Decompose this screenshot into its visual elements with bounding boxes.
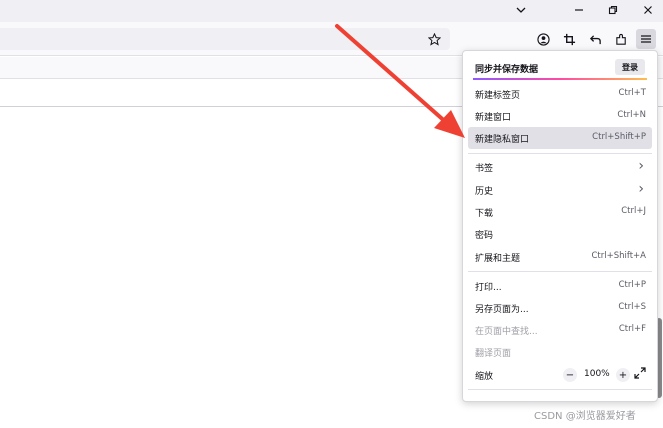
menu-separator [468,389,652,390]
menu-item-shortcut: Ctrl+T [618,88,646,98]
menu-item-label: 另存页面为... [475,305,529,315]
menu-item-label: 密码 [475,231,494,241]
minimize-icon[interactable] [567,0,591,20]
undo-icon[interactable] [585,29,605,49]
menu-item-label: 扩展和主题 [475,254,521,264]
zoom-level: 100% [584,369,610,379]
menu-item-label: 在页面中查找... [475,327,538,337]
menu-item-zoom: 缩放 − 100% + [468,364,652,386]
menu-item-passwords[interactable]: 密码 [468,223,652,245]
menu-item-shortcut: Ctrl+S [618,302,646,312]
menu-item-shortcut: Ctrl+J [621,206,646,216]
menu-item-label: 新建标签页 [475,91,521,101]
menu-item-bookmarks[interactable]: 书签 › [468,156,652,178]
menu-item-label: 缩放 [475,372,494,382]
menu-item-label: 翻译页面 [475,349,512,359]
menu-item-downloads[interactable]: 下载 Ctrl+J [468,201,652,223]
zoom-in-button[interactable]: + [616,368,630,382]
menu-item-new-window[interactable]: 新建窗口 Ctrl+N [468,105,652,127]
menu-item-translate[interactable]: 翻译页面 [468,341,652,363]
hamburger-menu-icon[interactable] [636,29,656,49]
watermark: CSDN @浏览器爱好者 [534,411,636,422]
zoom-out-button[interactable]: − [563,368,577,382]
menu-item-history[interactable]: 历史 › [468,179,652,201]
menu-item-find-in-page[interactable]: 在页面中查找... Ctrl+F [468,319,652,341]
account-icon[interactable] [533,29,553,49]
extensions-icon[interactable] [611,29,631,49]
menu-item-addons[interactable]: 扩展和主题 Ctrl+Shift+A [468,246,652,268]
menu-item-label: 书签 [475,164,494,174]
gradient-divider [473,78,647,80]
screenshot-icon[interactable] [559,29,579,49]
menu-item-shortcut: Ctrl+Shift+A [591,251,646,261]
bookmark-star-icon[interactable] [424,29,444,49]
signin-button[interactable]: 登录 [615,59,645,75]
sync-label: 同步并保存数据 [475,65,539,75]
menu-item-shortcut: Ctrl+P [618,280,646,290]
chevron-right-icon: › [638,181,644,197]
menu-item-shortcut: Ctrl+N [617,110,646,120]
menu-item-shortcut: Ctrl+Shift+P [592,132,646,142]
fullscreen-icon[interactable] [634,367,646,379]
menu-item-label: 历史 [475,187,494,197]
menu-separator [468,153,652,154]
menu-item-print[interactable]: 打印... Ctrl+P [468,275,652,297]
menu-item-label: 打印... [475,283,502,293]
url-bar[interactable] [0,28,450,50]
app-menu-panel: 同步并保存数据 登录 新建标签页 Ctrl+T 新建窗口 Ctrl+N 新建隐私… [462,50,658,402]
restore-icon[interactable] [601,0,625,20]
menu-separator [468,271,652,272]
menu-item-label: 新建隐私窗口 [475,135,530,145]
title-bar [0,0,663,22]
menu-item-shortcut: Ctrl+F [618,324,646,334]
chevron-right-icon: › [638,158,644,174]
menu-item-label: 新建窗口 [475,113,512,123]
chevron-down-icon[interactable] [509,0,533,20]
menu-item-new-private-window[interactable]: 新建隐私窗口 Ctrl+Shift+P [468,127,652,149]
menu-item-save-page[interactable]: 另存页面为... Ctrl+S [468,297,652,319]
close-icon[interactable] [636,0,660,20]
menu-item-new-tab[interactable]: 新建标签页 Ctrl+T [468,83,652,105]
menu-item-label: 下载 [475,209,494,219]
sync-header: 同步并保存数据 登录 [463,51,657,81]
